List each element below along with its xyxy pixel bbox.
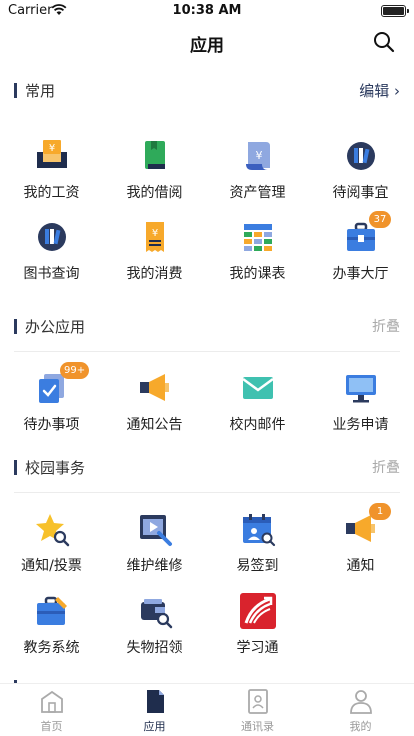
nav-bar: 应用 — [0, 22, 414, 64]
app-label: 维护维修 — [126, 558, 183, 574]
page-title: 应用 — [190, 36, 224, 56]
section-marker — [14, 460, 17, 475]
app-xuexitong[interactable]: 学习通 — [206, 593, 309, 665]
app-label: 通知公告 — [126, 417, 183, 433]
app-lost-found[interactable]: 失物招领 — [103, 593, 206, 665]
book-icon — [145, 141, 165, 169]
app-notice[interactable]: 1 通知 — [309, 503, 412, 583]
notification-badge: 99+ — [60, 362, 90, 379]
notification-badge: 37 — [369, 211, 391, 228]
section-title: 校园事务 — [25, 459, 86, 477]
app-label: 学习通 — [236, 640, 279, 656]
collapse-button[interactable]: 折叠 — [372, 457, 400, 477]
svg-text:¥: ¥ — [152, 228, 158, 239]
svg-text:¥: ¥ — [49, 143, 55, 154]
document-icon — [147, 690, 164, 713]
section-header-office: 办公应用 折叠 — [14, 315, 400, 339]
receipt-icon: ¥ — [146, 222, 164, 252]
app-my-borrowing[interactable]: 我的借阅 — [103, 138, 206, 210]
search-icon[interactable] — [372, 30, 396, 54]
app-label: 我的课表 — [229, 266, 286, 282]
section-marker — [14, 319, 17, 334]
tab-apps[interactable]: 应用 — [103, 688, 206, 734]
battery-icon — [381, 5, 409, 17]
app-service-hall[interactable]: 37 办事大厅 — [309, 211, 412, 291]
status-bar: Carrier 10:38 AM — [0, 0, 414, 22]
wallet-search-icon — [141, 599, 173, 629]
divider — [14, 492, 400, 493]
tab-label: 我的 — [349, 720, 372, 733]
app-book-search[interactable]: 图书查询 — [0, 219, 103, 291]
tab-me[interactable]: 我的 — [309, 688, 412, 734]
app-notice-vote[interactable]: 通知/投票 — [0, 511, 103, 583]
section-header-campus: 校园事务 折叠 — [14, 456, 400, 480]
app-label: 我的工资 — [23, 185, 80, 201]
app-maintenance[interactable]: 维护维修 — [103, 511, 206, 583]
divider — [14, 351, 400, 352]
calendar-signin-icon — [243, 514, 276, 547]
tab-bar: 首页 应用 通讯录 我的 — [0, 683, 414, 736]
app-label: 资产管理 — [229, 185, 286, 201]
timetable-icon — [244, 224, 272, 251]
app-business-application[interactable]: 业务申请 — [309, 370, 412, 442]
tab-label: 首页 — [40, 720, 63, 733]
app-campus-mail[interactable]: 校内邮件 — [206, 370, 309, 442]
edit-button[interactable]: 编辑 › — [359, 80, 400, 101]
app-label: 办事大厅 — [332, 266, 389, 282]
notification-badge: 1 — [369, 503, 391, 520]
xuexitong-logo-icon — [240, 593, 276, 629]
app-label: 失物招领 — [126, 640, 183, 656]
app-academic-system[interactable]: 教务系统 — [0, 593, 103, 665]
section-title: 常用 — [25, 82, 56, 100]
star-search-icon — [36, 514, 70, 547]
salary-icon: ¥ — [37, 140, 67, 168]
app-pending-reading[interactable]: 待阅事宜 — [309, 138, 412, 210]
svg-text:¥: ¥ — [256, 149, 263, 162]
app-label: 教务系统 — [23, 640, 80, 656]
app-easy-signin[interactable]: 易签到 — [206, 511, 309, 583]
app-label: 待阅事宜 — [332, 185, 389, 201]
app-label: 校内邮件 — [229, 417, 286, 433]
app-label: 通知 — [346, 558, 375, 574]
books-circle-icon — [38, 223, 66, 251]
scroll-money-icon: ¥ — [246, 142, 270, 170]
app-label: 我的消费 — [126, 266, 183, 282]
video-tools-icon — [140, 515, 172, 546]
mail-icon — [242, 377, 274, 399]
app-label: 业务申请 — [332, 417, 389, 433]
app-label: 我的借阅 — [126, 185, 183, 201]
tab-contacts[interactable]: 通讯录 — [206, 688, 309, 734]
app-asset-management[interactable]: ¥ 资产管理 — [206, 138, 309, 210]
app-todo[interactable]: 99+ 待办事项 — [0, 362, 103, 442]
section-header-common: 常用 编辑 › — [14, 79, 400, 103]
app-my-timetable[interactable]: 我的课表 — [206, 219, 309, 291]
user-icon — [350, 690, 372, 714]
megaphone-icon — [140, 374, 169, 401]
app-label: 易签到 — [236, 558, 279, 574]
contacts-book-icon — [248, 689, 268, 714]
home-icon — [41, 690, 63, 713]
app-label: 通知/投票 — [21, 558, 82, 574]
collapse-button[interactable]: 折叠 — [372, 316, 400, 336]
app-my-salary[interactable]: ¥ 我的工资 — [0, 138, 103, 210]
tab-home[interactable]: 首页 — [0, 688, 103, 734]
tab-label: 通讯录 — [241, 720, 274, 733]
books-circle-icon — [347, 142, 375, 170]
app-label: 图书查询 — [23, 266, 80, 282]
clock: 10:38 AM — [172, 3, 242, 18]
monitor-icon — [346, 375, 376, 403]
section-title: 办公应用 — [25, 318, 86, 336]
app-announcement[interactable]: 通知公告 — [103, 370, 206, 442]
briefcase-pen-icon — [37, 596, 67, 625]
app-my-consumption[interactable]: ¥ 我的消费 — [103, 219, 206, 291]
tab-label: 应用 — [143, 720, 166, 733]
section-marker — [14, 83, 17, 98]
app-label: 待办事项 — [23, 417, 80, 433]
